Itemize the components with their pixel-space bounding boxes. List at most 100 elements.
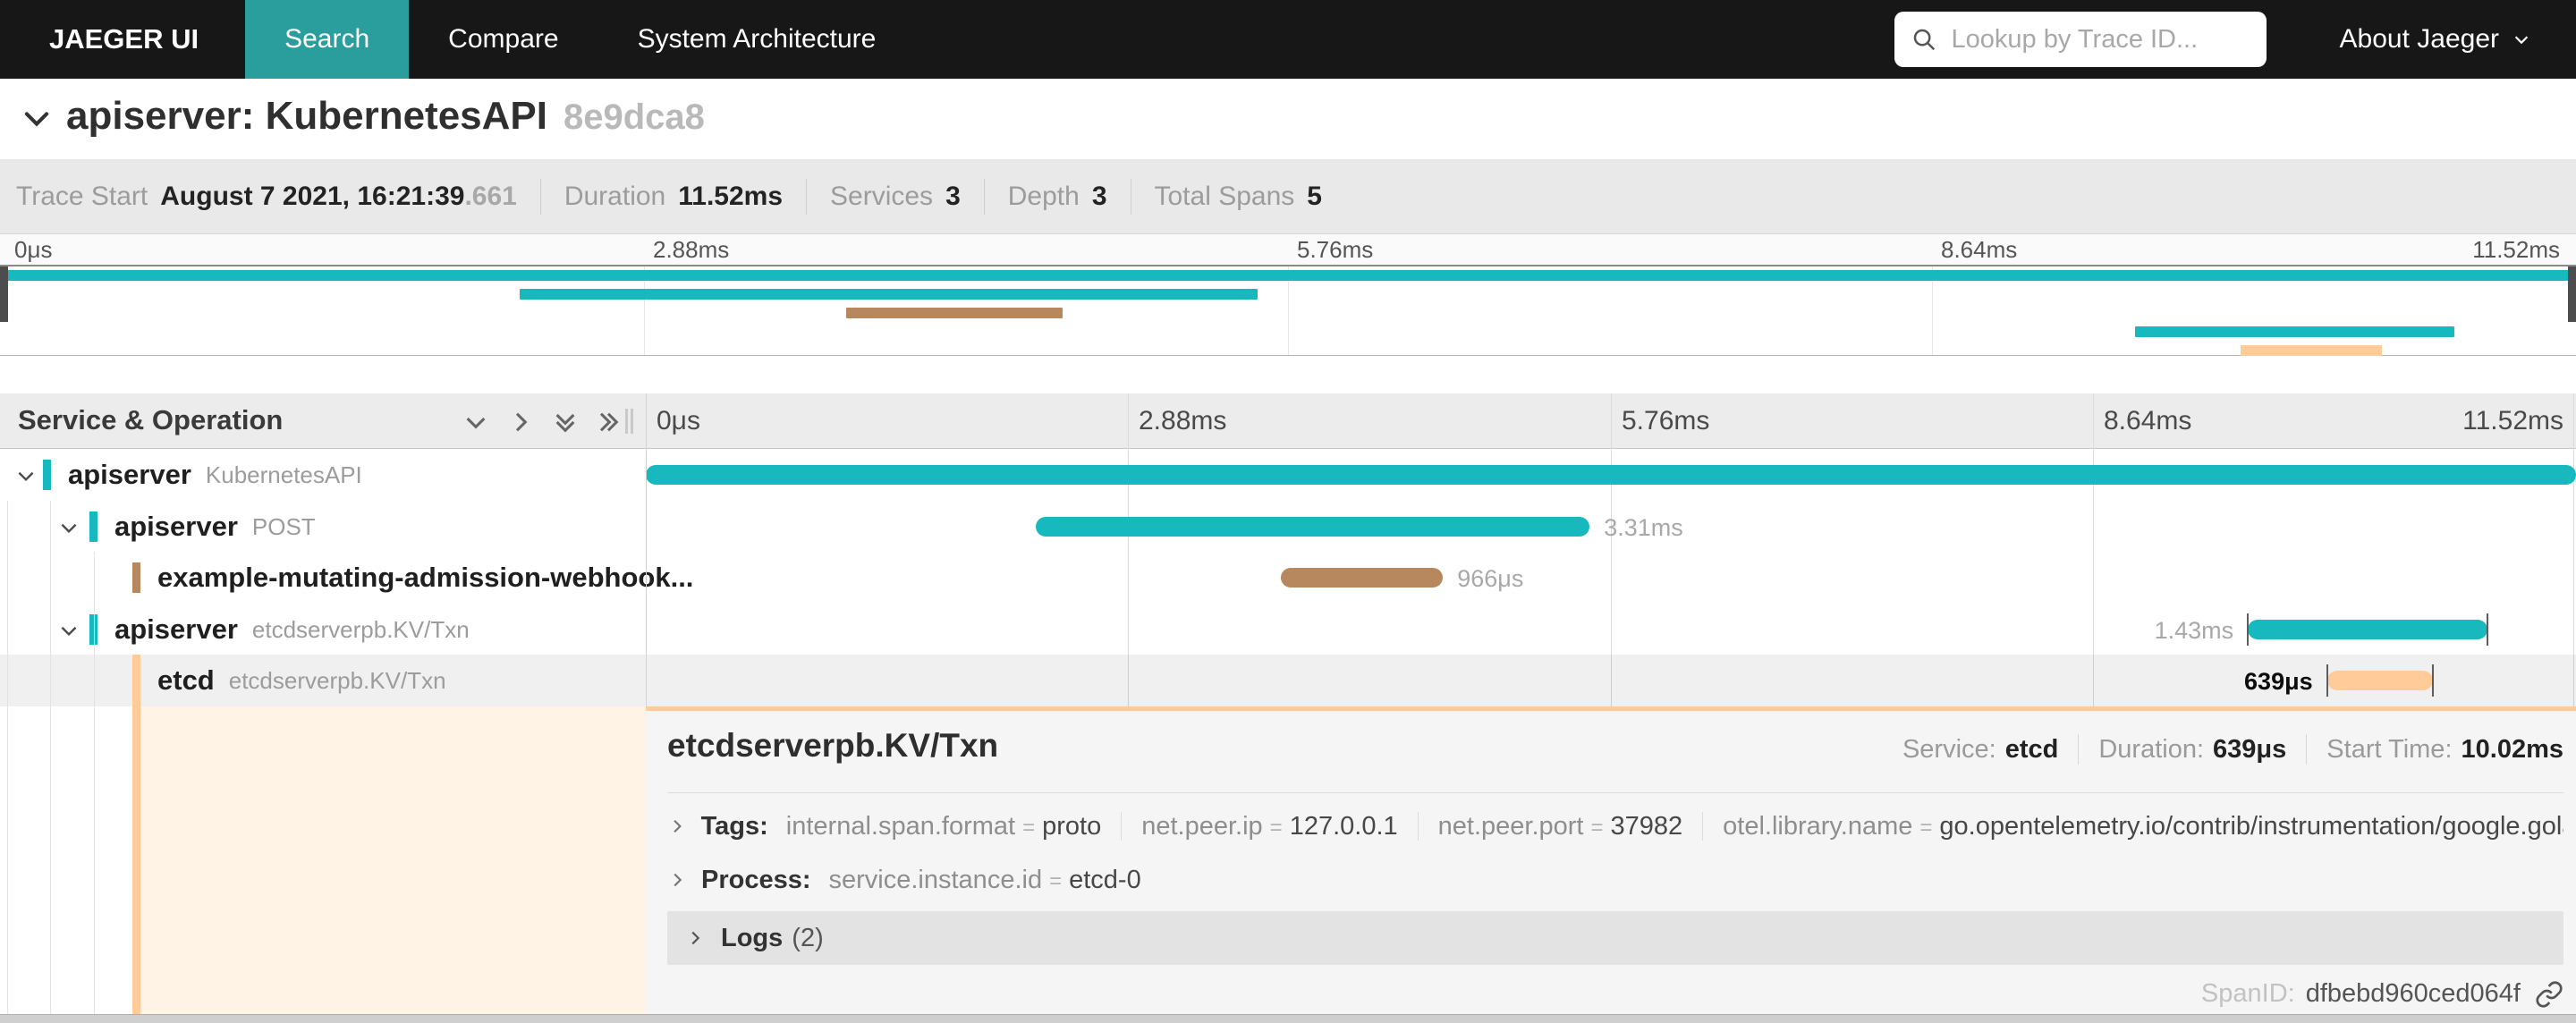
nav-tab-search[interactable]: Search (245, 0, 410, 79)
summary-value: 3 (1091, 181, 1107, 211)
selected-span-color-stripe (132, 706, 140, 1014)
summary-label: Duration (564, 181, 666, 211)
span-name-cell[interactable]: apiserver etcdserverpb.KV/Txn (114, 604, 470, 655)
tick-label: 0μs (657, 406, 700, 435)
kv-value: go.opentelemetry.io/contrib/instrumentat… (1939, 811, 2563, 841)
kv-key: net.peer.port (1437, 811, 1584, 841)
kv-pair[interactable]: net.peer.port = 37982 (1438, 812, 1683, 841)
trace-header: apiserver: KubernetesAPI8e9dca8 ⌘ Trace … (0, 79, 2576, 225)
span-name-cell[interactable]: etcd etcdserverpb.KV/Txn (157, 655, 446, 706)
expand-one-icon[interactable] (506, 408, 535, 436)
kv-pair[interactable]: service.instance.id = etcd-0 (829, 866, 1141, 895)
minimap-left-handle[interactable] (0, 266, 8, 322)
kv-separator (1121, 812, 1123, 841)
span-duration-bar[interactable] (2326, 671, 2434, 690)
kv-key: internal.span.format (785, 811, 1016, 841)
logs-label: Logs (721, 923, 784, 952)
collapse-trace-chevron-icon[interactable] (20, 102, 54, 136)
collapse-all-icon[interactable] (551, 408, 580, 436)
row-collapse-chevron-icon[interactable] (57, 619, 80, 647)
bottom-scrollbar-strip[interactable] (0, 1014, 2576, 1023)
kv-equals: = (1049, 868, 1063, 893)
kv-key: net.peer.ip (1141, 811, 1263, 841)
kv-separator (1702, 812, 1704, 841)
row-collapse-chevron-icon[interactable] (57, 516, 80, 544)
chevron-right-icon (674, 873, 682, 887)
tick-label: 11.52ms (2472, 236, 2560, 263)
trace-lookup-input[interactable] (1949, 23, 2222, 55)
kv-value: proto (1042, 811, 1102, 841)
kv-pair[interactable]: otel.library.name = go.opentelemetry.io/co… (1723, 812, 2563, 841)
logs-row[interactable]: Logs (2) (667, 911, 2563, 965)
span-color-bar (43, 460, 51, 490)
span-name-cell[interactable]: example-mutating-admission-webhook... (157, 552, 693, 604)
minimap-right-handle[interactable] (2568, 266, 2576, 322)
span-duration-bar[interactable] (1280, 568, 1444, 588)
span-service-name: example-mutating-admission-webhook... (157, 562, 694, 593)
span-duration-bar[interactable] (2248, 620, 2487, 639)
span-service-name: apiserver (68, 459, 191, 490)
expand-all-icon[interactable] (594, 408, 623, 436)
summary-label: Total Spans (1154, 181, 1295, 211)
about-jaeger-menu[interactable]: About Jaeger (2340, 24, 2531, 55)
process-row[interactable]: Process: service.instance.id = etcd-0 (667, 859, 2563, 900)
summary-separator (539, 178, 541, 215)
deep-link-icon[interactable] (2535, 980, 2563, 1009)
span-detail-stats: Service: etcd Duration: 639μs Start Time: 1… (1902, 734, 2563, 765)
span-detail-title[interactable]: etcdserverpb.KV/Txn (667, 727, 998, 765)
trace-title: apiserver: KubernetesAPI 8e9dca8 (66, 94, 705, 139)
summary-value: 5 (1307, 181, 1322, 211)
start-time-label: Start Time: (2326, 734, 2453, 764)
span-name-cell[interactable]: apiserver POST (114, 501, 316, 553)
process-label: Process: (701, 865, 811, 894)
span-service-name: apiserver (114, 613, 238, 645)
span-color-bar (89, 512, 97, 542)
span-duration-bar[interactable] (1035, 517, 1590, 537)
summary-separator (983, 178, 985, 215)
minimap-span (846, 308, 1063, 318)
nav-tab-compare[interactable]: Compare (409, 0, 597, 79)
kv-separator (1417, 812, 1419, 841)
tick-label: 11.52ms (2462, 406, 2563, 435)
trace-lookup-box[interactable] (1894, 12, 2267, 67)
span-service-name: apiserver (114, 511, 238, 542)
kv-key: otel.library.name (1723, 811, 1913, 841)
span-id-row: SpanID: dfbebd960ced064f (2201, 979, 2563, 1009)
tick-label: 8.64ms (1941, 236, 2018, 263)
tick-label: 0μs (14, 236, 53, 263)
minimap-span (0, 270, 2572, 281)
trace-title-text: apiserver: KubernetesAPI (66, 94, 547, 138)
column-resizer-handle[interactable] (625, 409, 636, 434)
chevron-right-icon (674, 819, 682, 833)
tick-label: 5.76ms (1297, 236, 1374, 263)
tick-label: 5.76ms (1622, 406, 1710, 435)
collapse-one-icon[interactable] (462, 408, 490, 436)
row-collapse-chevron-icon[interactable] (14, 464, 38, 492)
app-brand: JAEGER UI (49, 23, 199, 55)
trace-id-short: 8e9dca8 (564, 97, 705, 137)
kv-key: service.instance.id (828, 865, 1043, 894)
span-name-cell[interactable]: apiserver KubernetesAPI (68, 449, 362, 501)
service-label: Service: (1902, 734, 1996, 764)
process-list: service.instance.id = etcd-0 (829, 866, 1141, 895)
kv-pair[interactable]: internal.span.format = proto (786, 812, 1101, 841)
minimap-canvas[interactable] (0, 265, 2576, 356)
start-time-value: 10.02ms (2461, 734, 2564, 764)
kv-equals: = (1022, 815, 1036, 840)
tags-row[interactable]: Tags: internal.span.format = proto net.peer… (667, 806, 2563, 847)
span-duration-label: 639μs (2244, 668, 2313, 695)
kv-pair[interactable]: net.peer.ip = 127.0.0.1 (1141, 812, 1397, 841)
minimap-span (519, 289, 1258, 300)
timeline-section-header: Service & Operation 0μs 2.88ms 5.76ms 8.64m… (0, 393, 2576, 449)
span-bar-edge-tick (2247, 613, 2250, 646)
summary-value: August 7 2021, 16:21:39 (160, 181, 465, 211)
kv-value: etcd-0 (1069, 865, 1141, 894)
span-row: apiserver etcdserverpb.KV/Txn 1.43ms (0, 604, 2576, 655)
nav-tab-system-architecture[interactable]: System Architecture (598, 0, 916, 79)
duration-label: Duration: (2098, 734, 2205, 764)
kv-equals: = (1269, 815, 1283, 840)
span-operation-name: POST (251, 512, 316, 540)
kv-value: 127.0.0.1 (1289, 811, 1398, 841)
minimap-ruler: 0μs 2.88ms 5.76ms 8.64ms 11.52ms (0, 234, 2576, 265)
span-duration-bar[interactable] (646, 465, 2576, 485)
